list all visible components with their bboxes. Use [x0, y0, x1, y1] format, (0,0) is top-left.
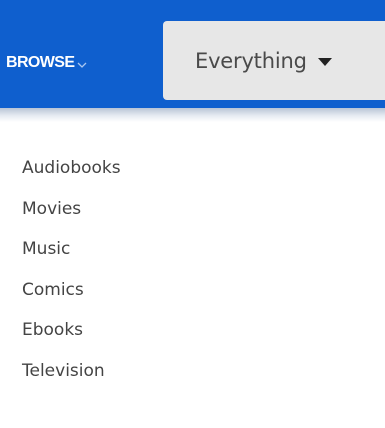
browse-button[interactable]: BROWSE [0, 49, 88, 77]
header-shadow [0, 108, 385, 122]
menu-item-television[interactable]: Television [0, 351, 385, 392]
menu-item-audiobooks[interactable]: Audiobooks [0, 148, 385, 189]
browse-menu: Audiobooks Movies Music Comics Ebooks Te… [0, 148, 385, 391]
scope-select[interactable]: Everything [163, 21, 385, 100]
menu-item-comics[interactable]: Comics [0, 270, 385, 311]
top-bar: BROWSE Everything [0, 0, 385, 108]
menu-item-ebooks[interactable]: Ebooks [0, 310, 385, 351]
browse-label: BROWSE [6, 54, 75, 71]
chevron-down-icon [77, 62, 87, 68]
menu-item-music[interactable]: Music [0, 229, 385, 270]
menu-item-movies[interactable]: Movies [0, 189, 385, 230]
scope-label: Everything [195, 48, 307, 73]
browse-page: BROWSE Everything Audiobooks Movies Musi… [0, 0, 385, 428]
caret-down-icon [317, 58, 332, 66]
